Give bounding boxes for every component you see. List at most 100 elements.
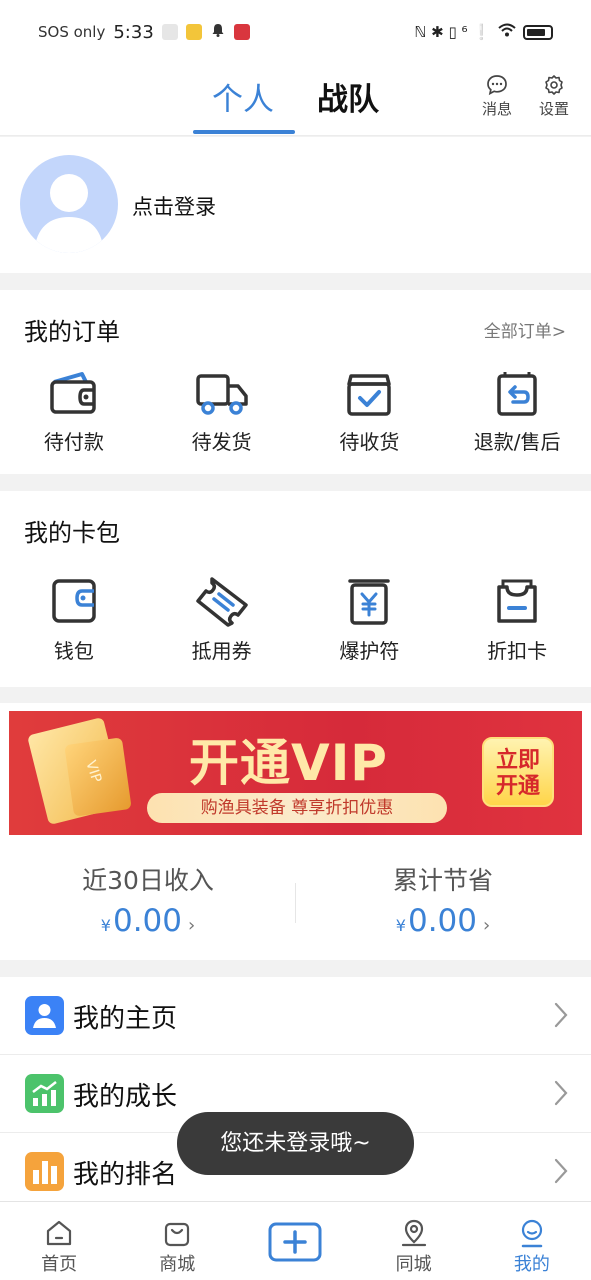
yen-bag-icon: [348, 579, 391, 625]
bell-icon: [210, 22, 226, 42]
saved-value-row: ¥0.00 ›: [295, 903, 591, 939]
vip-card-text: VIP: [82, 758, 105, 785]
status-right: ℕ ✱ ▯ ⁶ ❕: [414, 22, 553, 42]
chevron-right-icon: [554, 1158, 568, 1184]
top-header: 个人 战队 消息 设置: [0, 64, 591, 136]
ticket-icon: [195, 577, 248, 627]
currency-symbol: ¥: [395, 916, 406, 935]
chat-bubble-icon: [487, 75, 507, 96]
box-check-icon: [347, 374, 392, 416]
order-label: 待付款: [43, 430, 104, 454]
messages-label: 消息: [481, 100, 512, 118]
profile-section[interactable]: 点击登录: [0, 137, 591, 273]
saved-value: 0.00: [407, 903, 477, 939]
orders-grid: 待付款 待发货 待收货 退款/售后: [0, 370, 591, 455]
nav-shop[interactable]: 商城: [118, 1202, 236, 1280]
active-tab-indicator: [193, 130, 295, 134]
clock: 5:33: [113, 21, 154, 43]
wallet-icon: [50, 372, 96, 414]
vip-card-graphic: VIP: [64, 737, 132, 817]
status-left: SOS only 5:33: [38, 22, 250, 43]
system-status-icons: ℕ ✱ ▯ ⁶ ❕: [414, 23, 491, 41]
order-label: 待发货: [191, 430, 252, 454]
shop-bag-icon: [165, 1222, 190, 1247]
chevron-right-icon: ›: [188, 915, 196, 936]
order-pending-receipt[interactable]: 待收货: [296, 370, 444, 455]
wallet-item[interactable]: 钱包: [0, 575, 148, 664]
saved-stat[interactable]: 累计节省 ¥0.00 ›: [295, 861, 591, 939]
discount-card-icon: [497, 579, 537, 623]
nav-home[interactable]: 首页: [0, 1202, 118, 1280]
orders-title: 我的订单: [24, 318, 120, 346]
home-icon: [46, 1220, 72, 1246]
settings-button[interactable]: 设置: [534, 74, 574, 119]
card-wallet-section: 我的卡包 钱包 抵用券 爆护符 折扣卡: [0, 491, 591, 687]
stats-section: 近30日收入 ¥0.00 › 累计节省 ¥0.00 ›: [0, 843, 591, 960]
wallet-icon: [52, 579, 96, 623]
gear-icon: [545, 75, 563, 95]
order-pending-shipment[interactable]: 待发货: [148, 370, 296, 455]
return-icon: [497, 372, 537, 416]
toast-message: 您还未登录哦~: [177, 1112, 414, 1175]
vip-button-line1: 立即: [495, 748, 540, 773]
card-wallet-label: 爆护符: [339, 639, 400, 663]
menu-label: 我的成长: [73, 1082, 178, 1112]
chevron-right-icon: ›: [483, 915, 491, 936]
location-icon: [401, 1219, 426, 1247]
discount-card-item[interactable]: 折扣卡: [443, 575, 591, 664]
order-refund[interactable]: 退款/售后: [443, 370, 591, 455]
growth-chart-icon: [25, 1074, 64, 1113]
notification-app-icon: [233, 24, 250, 40]
charm-item[interactable]: 爆护符: [296, 575, 444, 664]
my-orders-section: 我的订单 全部订单> 待付款 待发货 待收货 退款/售后: [0, 290, 591, 474]
income-value: 0.00: [112, 903, 182, 939]
vip-subtitle: 购渔具装备 尊享折扣优惠: [147, 793, 447, 823]
nav-label: 同城: [395, 1254, 432, 1275]
nav-label: 首页: [41, 1254, 78, 1275]
order-label: 待收货: [339, 430, 400, 454]
saved-label: 累计节省: [392, 866, 493, 895]
tab-team[interactable]: 战队: [317, 74, 379, 119]
nav-mine[interactable]: 我的: [473, 1202, 591, 1280]
carrier-text: SOS only: [38, 23, 106, 41]
notification-app-icon: [161, 24, 178, 40]
nav-local[interactable]: 同城: [355, 1202, 473, 1280]
profile-icon: [521, 1219, 543, 1248]
user-icon: [25, 996, 64, 1035]
vip-banner-section: VIP 开通VIP 购渔具装备 尊享折扣优惠 立即 开通: [0, 703, 591, 843]
nav-label: 商城: [159, 1254, 196, 1275]
settings-label: 设置: [538, 100, 569, 118]
truck-icon: [195, 374, 248, 415]
notification-app-icon: [185, 24, 202, 40]
order-label: 退款/售后: [473, 430, 561, 454]
vip-open-button[interactable]: 立即 开通: [482, 737, 554, 807]
login-prompt[interactable]: 点击登录: [132, 191, 216, 221]
messages-button[interactable]: 消息: [477, 74, 517, 119]
vip-banner[interactable]: VIP 开通VIP 购渔具装备 尊享折扣优惠 立即 开通: [9, 711, 582, 835]
order-pending-payment[interactable]: 待付款: [0, 370, 148, 455]
currency-symbol: ¥: [100, 916, 111, 935]
coupon-item[interactable]: 抵用券: [148, 575, 296, 664]
card-wallet-grid: 钱包 抵用券 爆护符 折扣卡: [0, 575, 591, 664]
income-stat[interactable]: 近30日收入 ¥0.00 ›: [0, 861, 296, 939]
avatar[interactable]: [20, 155, 118, 253]
battery-icon: [523, 24, 553, 40]
bottom-nav: 首页 商城 同城 我的: [0, 1201, 591, 1280]
vip-button-line2: 开通: [495, 774, 540, 799]
income-value-row: ¥0.00 ›: [0, 903, 296, 939]
nav-create[interactable]: [236, 1202, 354, 1280]
tab-personal[interactable]: 个人: [212, 74, 274, 119]
ranking-bar-icon: [25, 1152, 64, 1191]
menu-label: 我的主页: [73, 1004, 178, 1034]
card-wallet-label: 抵用券: [191, 639, 252, 663]
card-wallet-label: 钱包: [53, 639, 94, 663]
card-wallet-title: 我的卡包: [24, 519, 120, 547]
default-avatar-icon: [34, 174, 104, 253]
nav-label: 我的: [513, 1254, 550, 1275]
all-orders-link[interactable]: 全部订单>: [484, 317, 566, 342]
plus-icon: [268, 1222, 322, 1262]
income-label: 近30日收入: [82, 866, 214, 895]
status-bar: SOS only 5:33 ℕ ✱ ▯ ⁶ ❕: [0, 0, 591, 64]
menu-item-my-homepage[interactable]: 我的主页: [0, 977, 591, 1055]
chevron-right-icon: [554, 1002, 568, 1028]
